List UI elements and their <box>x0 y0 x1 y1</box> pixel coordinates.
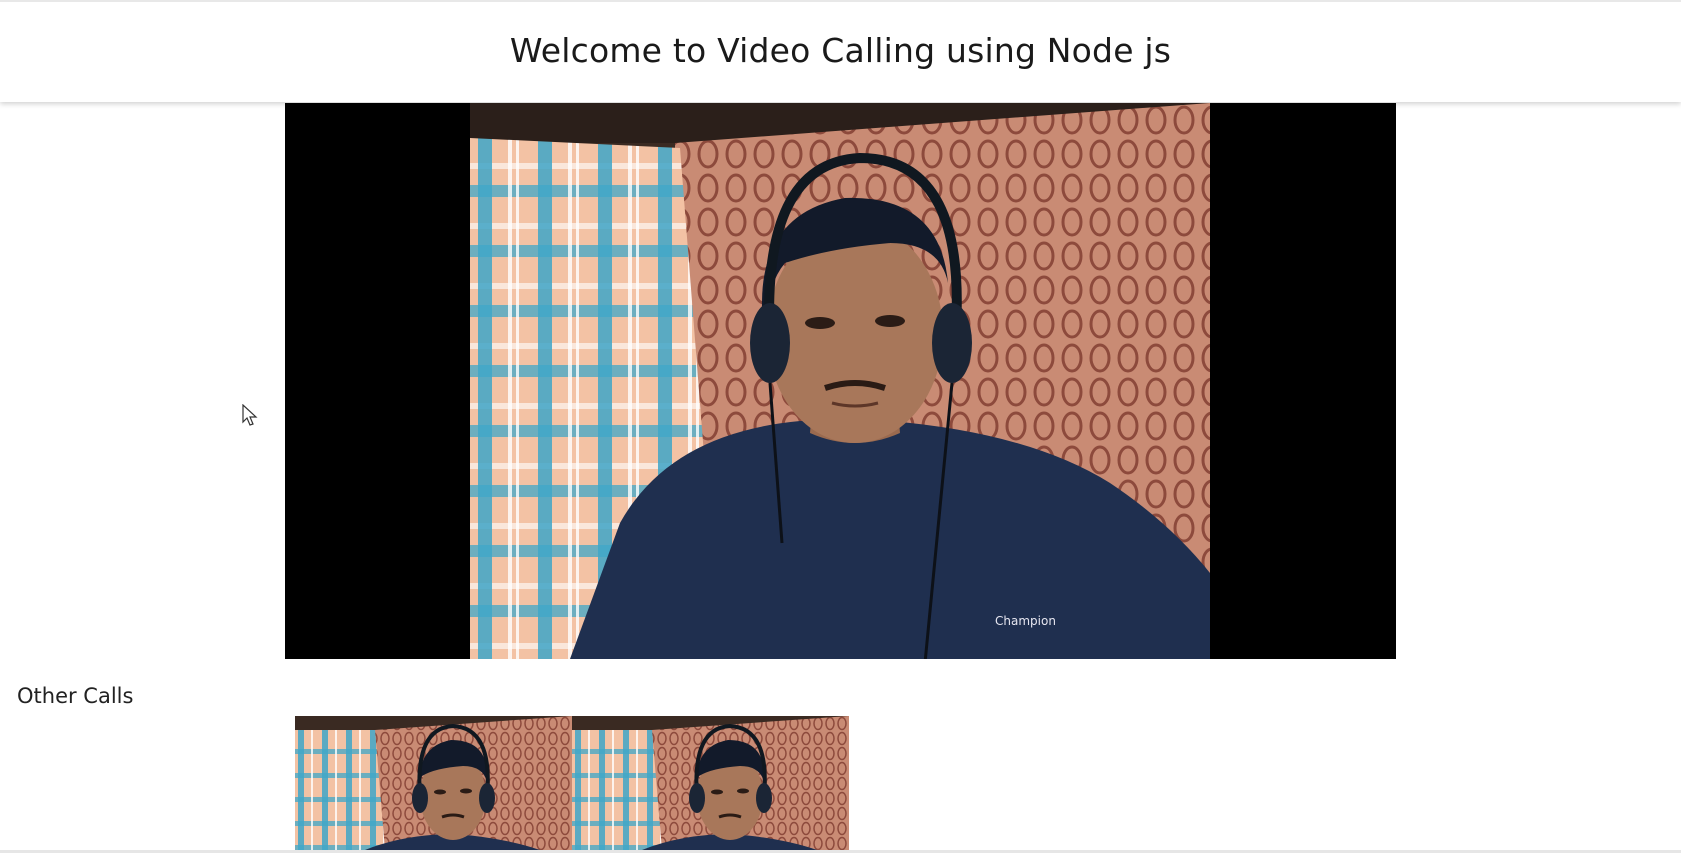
main-video-feed: Champion <box>470 103 1210 659</box>
page-title: Welcome to Video Calling using Node js <box>509 30 1172 70</box>
remote-video-thumbnail[interactable] <box>295 716 572 850</box>
mouse-pointer-icon <box>242 403 258 426</box>
video-call-page: Welcome to Video Calling using Node js C… <box>0 0 1681 853</box>
page-header: Welcome to Video Calling using Node js <box>0 0 1681 102</box>
other-calls-label: Other Calls <box>17 684 134 708</box>
other-calls-list <box>295 716 849 850</box>
main-video-player[interactable]: Champion <box>285 103 1396 659</box>
svg-text:Champion: Champion <box>995 614 1056 628</box>
remote-video-thumbnail[interactable] <box>572 716 849 850</box>
